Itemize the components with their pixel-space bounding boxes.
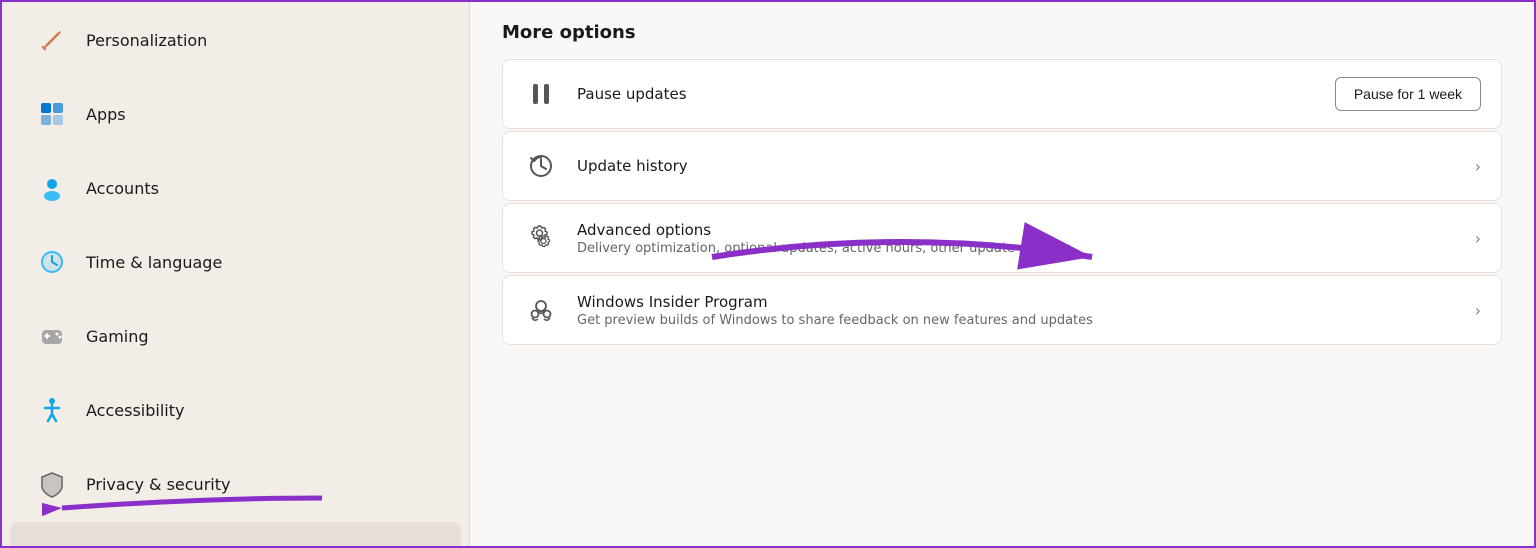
card-insider-program[interactable]: Windows Insider Program Get preview buil… — [502, 275, 1502, 345]
advanced-options-action: › — [1475, 229, 1481, 248]
update-history-content: Update history — [577, 157, 1457, 175]
card-list: Pause updates Pause for 1 week Update hi… — [502, 59, 1502, 345]
advanced-options-chevron: › — [1475, 229, 1481, 248]
sidebar-item-windows-update[interactable]: Windows Update — [10, 522, 461, 546]
pause-icon — [523, 76, 559, 112]
insider-program-title: Windows Insider Program — [577, 293, 1457, 311]
accounts-icon — [34, 170, 70, 206]
sidebar-item-personalization[interactable]: Personalization — [10, 4, 461, 76]
insider-icon — [523, 292, 559, 328]
sidebar-item-accounts[interactable]: Accounts — [10, 152, 461, 224]
section-title: More options — [502, 22, 1502, 43]
sidebar-item-time-language[interactable]: Time & language — [10, 226, 461, 298]
sidebar: Personalization Apps Accounts — [2, 2, 470, 546]
sidebar-item-time-language-label: Time & language — [86, 253, 222, 272]
pause-updates-title: Pause updates — [577, 85, 1317, 103]
sidebar-item-accounts-label: Accounts — [86, 179, 159, 198]
accessibility-icon — [34, 392, 70, 428]
advanced-options-subtitle: Delivery optimization, optional updates,… — [577, 241, 1457, 256]
shield-icon — [34, 466, 70, 502]
update-history-chevron: › — [1475, 157, 1481, 176]
sidebar-item-apps-label: Apps — [86, 105, 126, 124]
pause-updates-content: Pause updates — [577, 85, 1317, 103]
card-advanced-options[interactable]: Advanced options Delivery optimization, … — [502, 203, 1502, 273]
pause-updates-action: Pause for 1 week — [1335, 77, 1481, 111]
advanced-options-content: Advanced options Delivery optimization, … — [577, 221, 1457, 256]
clock-icon — [34, 244, 70, 280]
sidebar-item-gaming-label: Gaming — [86, 327, 149, 346]
apps-icon — [34, 96, 70, 132]
insider-program-subtitle: Get preview builds of Windows to share f… — [577, 313, 1457, 328]
advanced-options-title: Advanced options — [577, 221, 1457, 239]
insider-program-action: › — [1475, 301, 1481, 320]
update-icon — [34, 540, 70, 546]
sidebar-item-privacy-security-label: Privacy & security — [86, 475, 230, 494]
main-content: More options Pause updates Pause for 1 w… — [470, 2, 1534, 546]
sidebar-item-personalization-label: Personalization — [86, 31, 207, 50]
pause-for-week-button[interactable]: Pause for 1 week — [1335, 77, 1481, 111]
history-icon — [523, 148, 559, 184]
card-update-history[interactable]: Update history › — [502, 131, 1502, 201]
sidebar-item-gaming[interactable]: Gaming — [10, 300, 461, 372]
update-history-action: › — [1475, 157, 1481, 176]
gaming-icon — [34, 318, 70, 354]
pencil-icon — [34, 22, 70, 58]
sidebar-item-apps[interactable]: Apps — [10, 78, 461, 150]
insider-program-chevron: › — [1475, 301, 1481, 320]
gear-stack-icon — [523, 220, 559, 256]
sidebar-item-privacy-security[interactable]: Privacy & security — [10, 448, 461, 520]
update-history-title: Update history — [577, 157, 1457, 175]
insider-program-content: Windows Insider Program Get preview buil… — [577, 293, 1457, 328]
sidebar-item-accessibility-label: Accessibility — [86, 401, 184, 420]
card-pause-updates[interactable]: Pause updates Pause for 1 week — [502, 59, 1502, 129]
sidebar-item-accessibility[interactable]: Accessibility — [10, 374, 461, 446]
